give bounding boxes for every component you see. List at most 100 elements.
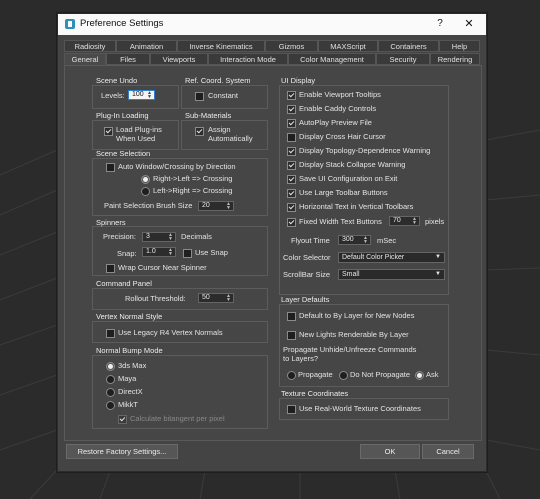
restore-factory-settings-button[interactable]: Restore Factory Settings... [66, 444, 178, 459]
tab-viewports[interactable]: Viewports [150, 53, 208, 65]
left-right-radio[interactable] [141, 187, 150, 196]
stack-collapse-checkbox[interactable] [287, 161, 296, 170]
topology-warning-label: Display Topology-Dependence Warning [299, 146, 431, 155]
bump-directx-radio[interactable] [106, 388, 115, 397]
bitangent-label: Calculate bitangent per pixel [130, 414, 225, 423]
flyout-time-label: Flyout Time [291, 236, 330, 245]
tab-interaction-mode[interactable]: Interaction Mode [208, 53, 288, 65]
new-lights-label: New Lights Renderable By Layer [299, 330, 409, 339]
tab-rendering[interactable]: Rendering [430, 53, 480, 65]
tab-inverse-kinematics[interactable]: Inverse Kinematics [177, 40, 265, 52]
fixed-width-value: 70 [393, 217, 401, 224]
fixed-width-spinner[interactable]: 70 ▲ ▼ [389, 216, 420, 226]
preference-settings-dialog: Preference Settings ? ✕ Radiosity Animat… [57, 13, 487, 472]
tab-animation[interactable]: Animation [116, 40, 177, 52]
default-by-layer-checkbox[interactable] [287, 312, 296, 321]
rollout-threshold-value: 50 [202, 294, 210, 301]
general-tab-page: Scene Undo Levels: 100 ▲ ▼ Ref. Coord. Sys… [64, 65, 482, 441]
tab-help[interactable]: Help [439, 40, 480, 52]
tab-maxscript[interactable]: MAXScript [318, 40, 378, 52]
scrollbar-size-dropdown[interactable]: Small ▼ [338, 269, 445, 280]
title-bar: Preference Settings ? ✕ [58, 14, 486, 35]
legacy-normals-checkbox[interactable] [106, 329, 115, 338]
bump-maya-label: Maya [118, 374, 137, 383]
tab-general[interactable]: General [64, 53, 106, 65]
precision-spinner[interactable]: 3 ▲ ▼ [142, 232, 176, 242]
horizontal-text-label: Horizontal Text in Vertical Toolbars [299, 202, 414, 211]
propagate-radio[interactable] [287, 371, 296, 380]
auto-window-label: Auto Window/Crossing by Direction [118, 162, 236, 171]
levels-spinner[interactable]: 100 ▲ ▼ [128, 90, 155, 100]
help-button[interactable]: ? [433, 16, 447, 32]
wrap-cursor-checkbox[interactable] [106, 264, 115, 273]
snap-spinner[interactable]: 1.0 ▲ ▼ [142, 247, 176, 257]
large-toolbar-checkbox[interactable] [287, 189, 296, 198]
bump-maya-radio[interactable] [106, 375, 115, 384]
flyout-time-spinner[interactable]: 300 ▲ ▼ [338, 235, 371, 245]
real-world-coords-checkbox[interactable] [287, 405, 296, 414]
fixed-width-checkbox[interactable] [287, 218, 296, 227]
bump-directx-label: DirectX [118, 387, 143, 396]
ui-display-title: UI Display [281, 76, 316, 85]
msec-label: mSec [377, 236, 397, 245]
caddy-controls-checkbox[interactable] [287, 105, 296, 114]
load-plugins-checkbox[interactable] [104, 127, 113, 136]
bump-mikkt-radio[interactable] [106, 401, 115, 410]
default-by-layer-label: Default to By Layer for New Nodes [299, 311, 415, 320]
new-lights-checkbox[interactable] [287, 331, 296, 340]
command-panel-title: Command Panel [96, 279, 152, 288]
color-selector-dropdown[interactable]: Default Color Picker ▼ [338, 252, 445, 263]
tab-files[interactable]: Files [106, 53, 150, 65]
snap-label: Snap: [117, 249, 137, 258]
save-ui-config-checkbox[interactable] [287, 175, 296, 184]
large-toolbar-label: Use Large Toolbar Buttons [299, 188, 388, 197]
app-icon [65, 19, 75, 29]
assign-label-2: Automatically [208, 134, 253, 143]
scene-selection-title: Scene Selection [96, 149, 151, 158]
window-title: Preference Settings [80, 18, 164, 29]
spinners-title: Spinners [96, 218, 126, 227]
ok-button[interactable]: OK [360, 444, 420, 459]
cross-hair-checkbox[interactable] [287, 133, 296, 142]
cancel-button[interactable]: Cancel [422, 444, 474, 459]
snap-value: 1.0 [146, 248, 156, 255]
bitangent-checkbox[interactable] [118, 415, 127, 424]
constant-checkbox[interactable] [195, 92, 204, 101]
tab-containers[interactable]: Containers [378, 40, 439, 52]
right-left-radio[interactable] [141, 175, 150, 184]
flyout-time-value: 300 [342, 236, 354, 243]
vertex-normal-title: Vertex Normal Style [96, 312, 163, 321]
pixels-label: pixels [425, 217, 445, 226]
wrap-cursor-label: Wrap Cursor Near Spinner [118, 263, 207, 272]
bump-3dsmax-radio[interactable] [106, 362, 115, 371]
use-snap-checkbox[interactable] [183, 249, 192, 258]
close-button[interactable]: ✕ [461, 16, 477, 32]
brush-size-spinner[interactable]: 20 ▲ ▼ [198, 201, 234, 211]
ask-radio-label: Ask [426, 370, 439, 379]
tab-security[interactable]: Security [376, 53, 430, 65]
bump-mikkt-label: MikkT [118, 400, 138, 409]
normal-bump-title: Normal Bump Mode [96, 346, 163, 355]
scrollbar-size-label: ScrollBar Size [283, 270, 331, 279]
levels-label: Levels: [101, 91, 125, 100]
do-not-propagate-radio[interactable] [339, 371, 348, 380]
rollout-threshold-spinner[interactable]: 50 ▲ ▼ [198, 293, 234, 303]
tab-gizmos[interactable]: Gizmos [265, 40, 318, 52]
topology-warning-checkbox[interactable] [287, 147, 296, 156]
ask-radio[interactable] [415, 371, 424, 380]
auto-window-checkbox[interactable] [106, 163, 115, 172]
do-not-propagate-label: Do Not Propagate [350, 370, 411, 379]
tab-radiosity[interactable]: Radiosity [64, 40, 116, 52]
layer-defaults-title: Layer Defaults [281, 295, 330, 304]
left-right-label: Left->Right => Crossing [153, 186, 233, 195]
tab-color-management[interactable]: Color Management [288, 53, 376, 65]
sub-materials-title: Sub-Materials [185, 111, 232, 120]
constant-label: Constant [208, 91, 239, 100]
viewport-tooltips-checkbox[interactable] [287, 91, 296, 100]
assign-automatically-checkbox[interactable] [195, 127, 204, 136]
load-plugins-label-2: When Used [116, 134, 156, 143]
viewport-tooltips-label: Enable Viewport Tooltips [299, 90, 381, 99]
horizontal-text-checkbox[interactable] [287, 203, 296, 212]
color-selector-value: Default Color Picker [342, 254, 405, 261]
autoplay-preview-checkbox[interactable] [287, 119, 296, 128]
